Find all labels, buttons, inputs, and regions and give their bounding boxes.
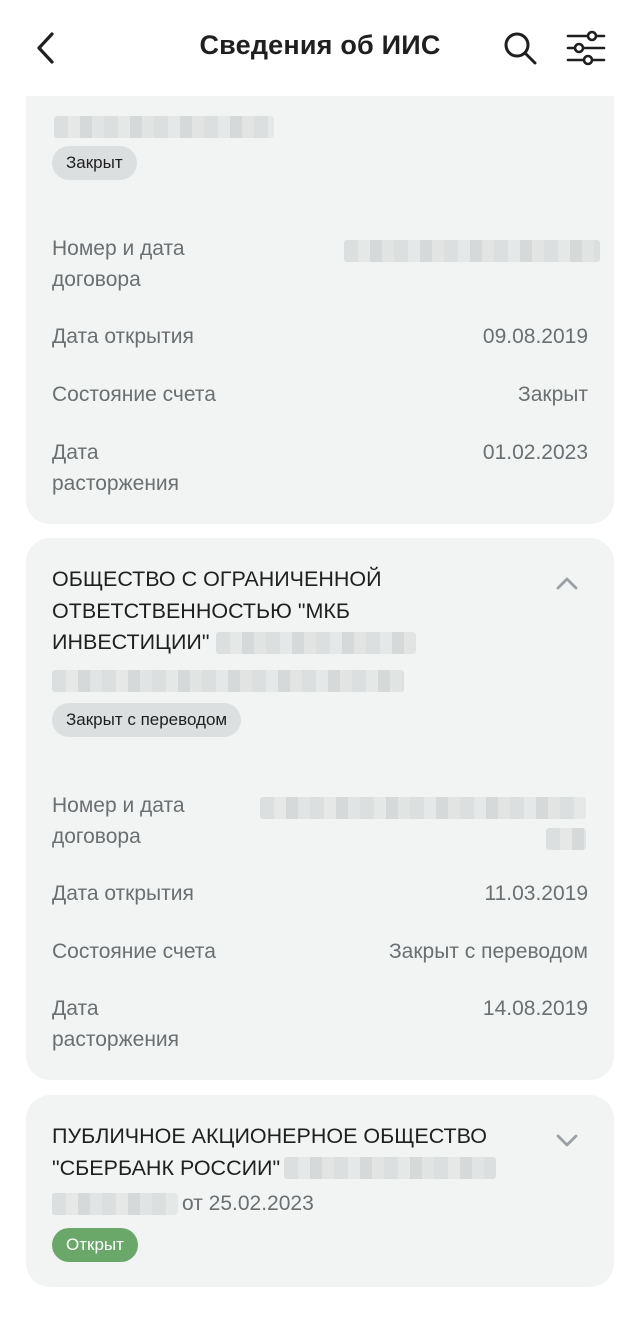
iis-account-card: Закрыт Номер и дата договора Дата открыт… [26,96,614,524]
account-state-label: Состояние счета [52,383,216,406]
redacted-contract-info [52,670,404,692]
account-state-value: Закрыт с переводом [388,940,588,963]
collapse-button[interactable] [554,570,580,596]
account-state-label: Состояние счета [52,940,216,963]
redacted-contract-number [260,797,586,819]
page-title: Сведения об ИИС [199,30,441,60]
redacted-broker-details [216,632,416,654]
redacted-contract-info [54,116,274,138]
chevron-down-icon [556,1134,578,1147]
status-badge: Открыт [52,1228,138,1262]
redacted-contract-number [52,1193,178,1215]
contract-date: от 25.02.2023 [182,1192,314,1215]
open-date-label: Дата открытия [52,882,194,905]
iis-account-card[interactable]: ПУБЛИЧНОЕ АКЦИОНЕРНОЕ ОБЩЕСТВО "СБЕРБАНК… [26,1095,614,1287]
termination-date-value: 01.02.2023 [482,441,588,464]
iis-account-card: ОБЩЕСТВО С ОГРАНИЧЕННОЙ ОТВЕТСТВЕННОСТЬЮ… [26,538,614,1080]
termination-date-value: 14.08.2019 [482,997,588,1020]
status-badge: Закрыт с переводом [52,703,242,737]
expand-button[interactable] [554,1127,580,1153]
redacted-contract-number [344,240,600,262]
search-icon [504,32,537,65]
contract-number-label: Номер и дата договора [52,794,185,848]
redacted-contract-number-2 [546,828,586,850]
contract-number-label: Номер и дата договора [52,237,185,291]
chevron-up-icon [556,577,578,590]
account-state-value: Закрыт [518,383,588,406]
open-date-value: 09.08.2019 [482,325,588,348]
redacted-broker-details [284,1157,496,1179]
search-button[interactable] [502,30,538,66]
termination-date-label: Дата расторжения [52,441,180,495]
termination-date-label: Дата расторжения [52,997,180,1051]
open-date-value: 11.03.2019 [484,882,588,905]
filter-button[interactable] [566,28,606,68]
open-date-label: Дата открытия [52,325,194,348]
app-header: Сведения об ИИС [0,0,640,96]
sliders-icon [566,30,606,66]
status-badge: Закрыт [52,146,137,180]
